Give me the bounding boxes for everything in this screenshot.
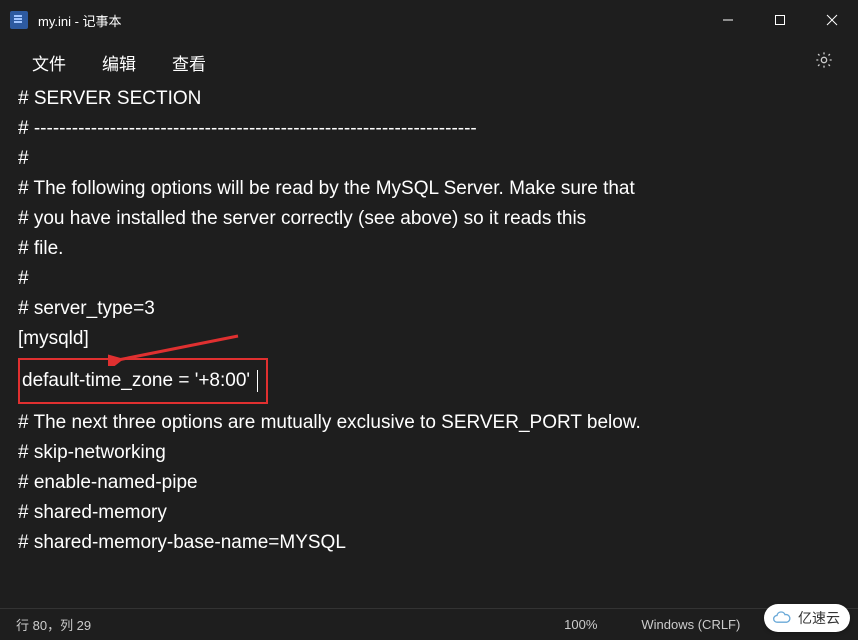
statusbar: 行 80，列 29 100% Windows (CRLF) CSDN @ <box>0 608 858 640</box>
maximize-button[interactable] <box>754 0 806 40</box>
status-line-ending: Windows (CRLF) <box>619 617 762 632</box>
gear-icon <box>814 50 834 75</box>
menu-file[interactable]: 文件 <box>14 42 84 83</box>
editor-line: # file. <box>18 234 840 264</box>
editor-line: [mysqld] <box>18 324 840 354</box>
settings-button[interactable] <box>804 44 844 81</box>
watermark-text: 亿速云 <box>798 608 840 628</box>
editor-line: # The next three options are mutually ex… <box>18 408 840 438</box>
minimize-button[interactable] <box>702 0 754 40</box>
editor-line: # <box>18 264 840 294</box>
editor-line: # --------------------------------------… <box>18 114 840 144</box>
text-cursor <box>257 370 258 392</box>
menu-view[interactable]: 查看 <box>154 42 224 83</box>
menu-edit[interactable]: 编辑 <box>84 42 154 83</box>
window-title: my.ini - 记事本 <box>38 11 702 30</box>
menubar: 文件 编辑 查看 <box>0 40 858 84</box>
editor-line: # <box>18 144 840 174</box>
editor-line: # server_type=3 <box>18 294 840 324</box>
window-controls <box>702 0 858 40</box>
editor-line: # you have installed the server correctl… <box>18 204 840 234</box>
titlebar: my.ini - 记事本 <box>0 0 858 40</box>
editor-line: # enable-named-pipe <box>18 468 840 498</box>
editor-line: # The following options will be read by … <box>18 174 840 204</box>
highlighted-line-box: default-time_zone = '+8:00' <box>18 358 268 404</box>
close-button[interactable] <box>806 0 858 40</box>
status-position: 行 80，列 29 <box>16 615 91 634</box>
editor-line: # SERVER SECTION <box>18 84 840 114</box>
notepad-icon <box>10 11 28 29</box>
watermark-badge: 亿速云 <box>764 604 850 632</box>
editor-line: # shared-memory <box>18 498 840 528</box>
editor-line: # skip-networking <box>18 438 840 468</box>
cloud-icon <box>772 611 792 625</box>
editor-highlighted-line: default-time_zone = '+8:00' <box>22 370 255 391</box>
editor-line: # shared-memory-base-name=MYSQL <box>18 528 840 558</box>
status-zoom: 100% <box>542 617 619 632</box>
text-editor[interactable]: default character set # SERVER SECTION #… <box>0 84 858 608</box>
